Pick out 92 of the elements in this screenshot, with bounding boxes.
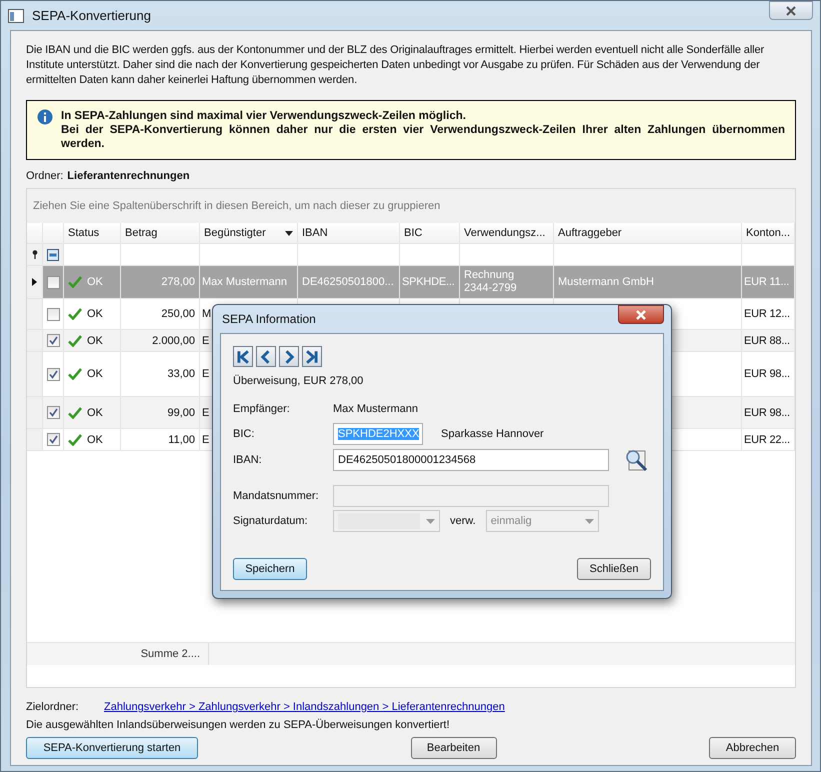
table-cell: SPKHDE... — [402, 276, 455, 288]
close-button[interactable] — [618, 305, 664, 324]
field-label: Mandatsnummer: — [233, 490, 320, 502]
table-cell: 278,00 — [161, 276, 195, 288]
table-cell: Max Mustermann — [202, 276, 287, 288]
column-header[interactable]: Begünstigter — [200, 223, 298, 244]
table-cell: 99,00 — [167, 406, 195, 418]
action-button[interactable]: Abbrechen — [709, 737, 796, 759]
table-cell-text: Rechnung 2344-2799 — [464, 269, 518, 295]
field-label: BIC: — [233, 428, 256, 440]
recipient-name: Max Mustermann — [333, 403, 418, 415]
table-cell: E — [202, 406, 210, 418]
row-checkbox[interactable] — [46, 308, 60, 320]
summary-cell: Summe 2.... — [121, 643, 209, 665]
table-cell: EUR 11... — [744, 276, 790, 288]
table-cell: 2.000,00 — [152, 334, 195, 346]
table-cell: OK — [87, 434, 103, 446]
field-label: IBAN: — [233, 454, 263, 466]
prev-record-button[interactable] — [256, 346, 276, 367]
table-cell: DE46250501800... — [302, 276, 394, 288]
table-cell: OK — [87, 308, 103, 320]
intro-text: Die IBAN und die BIC werden ggfs. aus der Kontonummer und der BLZ des Originalauftrages ermittelt. Hierbei werden eventuell nicht alle Sonderfälle aller Institute unterstützt. Daher sind die nach der Konvertierung gespeicherten Daten unbedingt vor Ausgabe zu prüfen. Für Schäden aus der Verwendung der ermittelten Daten kann daher keinerlei Haftung übernommen werden. — [26, 43, 766, 88]
table-cell: EUR 98... — [744, 406, 790, 418]
check-icon — [68, 276, 82, 288]
dialog-button[interactable]: Schließen — [577, 558, 651, 580]
table-cell: EUR 12... — [744, 308, 790, 320]
folder-label: Ordner: — [26, 170, 64, 182]
table-cell: OK — [87, 334, 103, 346]
group-hint: Ziehen Sie eine Spaltenüberschrift in diesen Bereich, um nach dieser zu gruppieren — [33, 200, 440, 212]
table-cell: M — [202, 308, 212, 320]
dropdown-arrow-icon — [584, 518, 594, 524]
check-icon — [68, 406, 82, 418]
folder-name: Lieferantenrechnungen — [67, 170, 190, 182]
pin-icon — [32, 250, 38, 259]
select-all-checkbox[interactable] — [47, 248, 59, 260]
action-button[interactable]: Bearbeiten — [410, 737, 496, 759]
table-cell: OK — [87, 406, 103, 418]
close-icon — [785, 6, 797, 16]
column-header[interactable]: Verwendungsz... — [460, 223, 554, 244]
row-checkbox[interactable] — [46, 406, 60, 419]
field-label: verw. — [450, 515, 476, 527]
info-icon — [37, 109, 53, 125]
target-folder-link[interactable]: Zahlungsverkehr > Zahlungsverkehr > Inlandszahlungen > Lieferantenrechnungen — [104, 701, 505, 713]
row-checkbox[interactable] — [46, 276, 60, 288]
info-text: In SEPA-Zahlungen sind maximal vier Verwendungszweck-Zeilen möglich. — [61, 109, 467, 123]
current-row-icon — [32, 278, 37, 286]
table-cell: OK — [87, 276, 103, 288]
row-checkbox[interactable] — [46, 368, 60, 380]
table-cell: OK — [87, 368, 103, 380]
iban-field[interactable]: DE46250501800001234568 — [333, 449, 609, 471]
column-header[interactable]: Betrag — [121, 223, 200, 244]
table-cell: E — [202, 434, 210, 446]
table-cell: Mustermann GmbH — [558, 276, 654, 288]
table-cell: 250,00 — [161, 308, 195, 320]
table-cell: E — [202, 334, 210, 346]
check-icon — [68, 368, 82, 380]
field-label: Empfänger: — [233, 403, 291, 415]
column-header[interactable]: Konton... — [742, 223, 795, 244]
status-message: Die ausgewählten Inlandsüberweisungen werden zu SEPA-Überweisungen konvertiert! — [26, 719, 451, 731]
table-cell: 11,00 — [168, 434, 195, 446]
row-checkbox[interactable] — [46, 433, 60, 446]
table-cell: EUR 22... — [744, 434, 790, 446]
next-record-button[interactable] — [279, 346, 299, 367]
column-header[interactable]: Auftraggeber — [554, 223, 742, 244]
check-icon — [68, 434, 82, 446]
window-title: SEPA-Konvertierung — [32, 8, 151, 23]
payment-summary: Überweisung, EUR 278,00 — [233, 375, 364, 387]
column-header[interactable]: BIC — [400, 223, 460, 244]
first-record-button[interactable] — [233, 346, 253, 367]
check-icon — [68, 334, 82, 346]
info-text: Bei der SEPA-Konvertierung können daher nur die ersten vier Verwendungszweck-Zeilen Ihrer alten Zahlungen übernommen werden. — [61, 123, 785, 151]
column-header[interactable]: Status — [64, 223, 121, 244]
close-button[interactable] — [769, 1, 813, 20]
close-icon — [635, 310, 647, 320]
dialog-button[interactable]: Speichern — [233, 558, 307, 580]
table-cell: E — [202, 368, 210, 380]
app-icon — [8, 8, 24, 22]
mandate-field[interactable] — [333, 485, 609, 507]
row-checkbox[interactable] — [46, 334, 60, 347]
action-button[interactable]: SEPA-Konvertierung starten — [26, 737, 198, 759]
last-record-button[interactable] — [302, 346, 322, 367]
dialog-title: SEPA Information — [222, 312, 316, 326]
column-header[interactable]: IBAN — [298, 223, 400, 244]
check-icon — [68, 308, 82, 320]
dropdown-arrow-icon — [285, 230, 293, 236]
bank-name: Sparkasse Hannover — [441, 428, 544, 440]
table-cell: 33,00 — [167, 368, 195, 380]
target-label: Zielordner: — [26, 701, 80, 713]
dropdown-arrow-icon — [426, 518, 435, 524]
field-label: Signaturdatum: — [233, 515, 309, 527]
table-cell: EUR 98... — [744, 368, 790, 380]
table-cell: EUR 88... — [744, 334, 790, 346]
